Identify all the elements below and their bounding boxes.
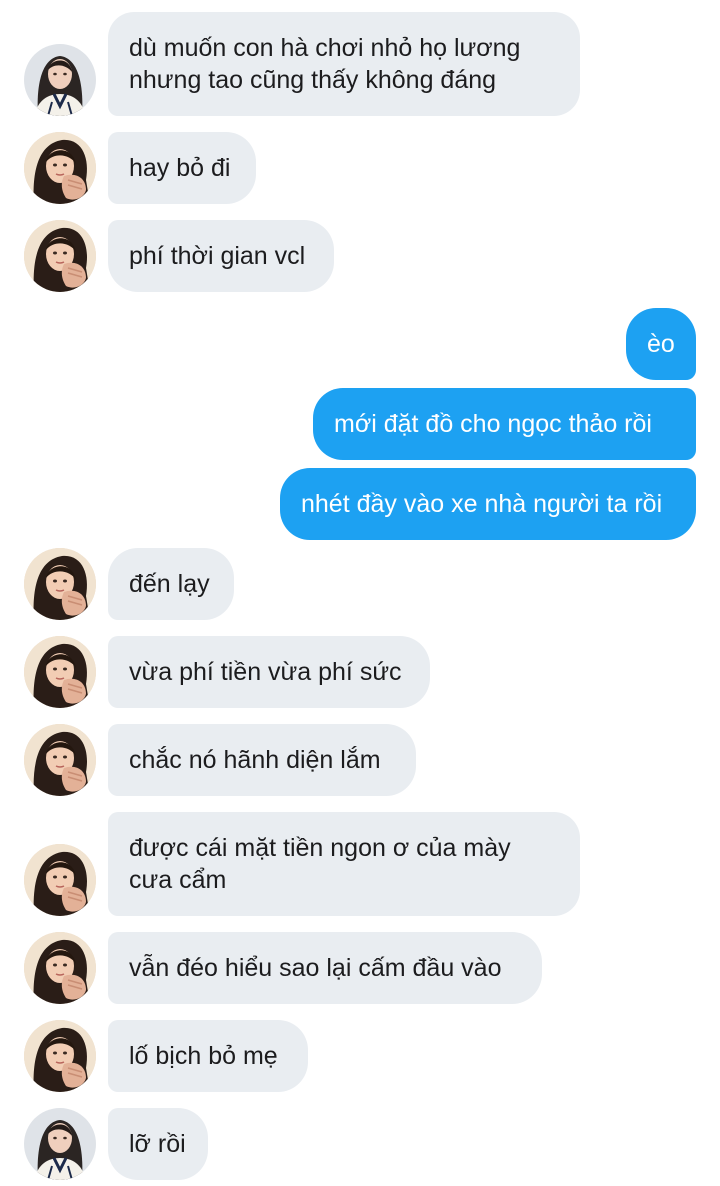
message-text: lỡ rồi (129, 1130, 186, 1158)
message-row: hay bỏ đi (0, 132, 720, 204)
profile-photo-b-avatar[interactable] (24, 1108, 96, 1180)
message-text: đến lạy (129, 570, 210, 598)
message-text: hay bỏ đi (129, 154, 231, 182)
message-row: dù muốn con hà chơi nhỏ họ lương nhưng t… (0, 12, 720, 116)
profile-photo-a-avatar[interactable] (24, 844, 96, 916)
incoming-message-bubble[interactable]: lố bịch bỏ mẹ (108, 1020, 308, 1092)
incoming-message-bubble[interactable]: chắc nó hãnh diện lắm (108, 724, 416, 796)
profile-photo-a-avatar[interactable] (24, 636, 96, 708)
message-row: đến lạy (0, 548, 720, 620)
message-row: vẫn đéo hiểu sao lại cấm đầu vào (0, 932, 720, 1004)
message-text: vừa phí tiền vừa phí sức (129, 658, 402, 686)
message-row: mới đặt đồ cho ngọc thảo rồi (0, 388, 720, 460)
profile-photo-b-avatar[interactable] (24, 44, 96, 116)
message-text: được cái mặt tiền ngon ơ của mày cưa cẩm (129, 834, 511, 894)
profile-photo-a-avatar[interactable] (24, 1020, 96, 1092)
message-row: lố bịch bỏ mẹ (0, 1020, 720, 1092)
message-text: lố bịch bỏ mẹ (129, 1042, 278, 1070)
incoming-message-bubble[interactable]: dù muốn con hà chơi nhỏ họ lương nhưng t… (108, 12, 580, 116)
message-text: vẫn đéo hiểu sao lại cấm đầu vào (129, 954, 502, 982)
message-row: nhét đầy vào xe nhà người ta rồi (0, 468, 720, 540)
message-text: nhét đầy vào xe nhà người ta rồi (301, 490, 663, 518)
message-row: chắc nó hãnh diện lắm (0, 724, 720, 796)
profile-photo-a-avatar[interactable] (24, 132, 96, 204)
message-text: èo (647, 330, 675, 358)
message-text: phí thời gian vcl (129, 242, 306, 270)
outgoing-message-bubble[interactable]: mới đặt đồ cho ngọc thảo rồi (313, 388, 696, 460)
incoming-message-bubble[interactable]: vừa phí tiền vừa phí sức (108, 636, 430, 708)
profile-photo-a-avatar[interactable] (24, 548, 96, 620)
profile-photo-a-avatar[interactable] (24, 220, 96, 292)
message-row: vừa phí tiền vừa phí sức (0, 636, 720, 708)
incoming-message-bubble[interactable]: hay bỏ đi (108, 132, 256, 204)
outgoing-message-bubble[interactable]: nhét đầy vào xe nhà người ta rồi (280, 468, 696, 540)
incoming-message-bubble[interactable]: vẫn đéo hiểu sao lại cấm đầu vào (108, 932, 542, 1004)
message-text: dù muốn con hà chơi nhỏ họ lương nhưng t… (129, 34, 521, 94)
message-row: lỡ rồi (0, 1108, 720, 1180)
message-text: mới đặt đồ cho ngọc thảo rồi (334, 410, 652, 438)
incoming-message-bubble[interactable]: phí thời gian vcl (108, 220, 334, 292)
incoming-message-bubble[interactable]: được cái mặt tiền ngon ơ của mày cưa cẩm (108, 812, 580, 916)
message-row: èo (0, 308, 720, 380)
profile-photo-a-avatar[interactable] (24, 724, 96, 796)
outgoing-message-bubble[interactable]: èo (626, 308, 696, 380)
incoming-message-bubble[interactable]: đến lạy (108, 548, 234, 620)
message-row: được cái mặt tiền ngon ơ của mày cưa cẩm (0, 812, 720, 916)
message-row: phí thời gian vcl (0, 220, 720, 292)
message-text: chắc nó hãnh diện lắm (129, 746, 381, 774)
profile-photo-a-avatar[interactable] (24, 932, 96, 1004)
incoming-message-bubble[interactable]: lỡ rồi (108, 1108, 208, 1180)
